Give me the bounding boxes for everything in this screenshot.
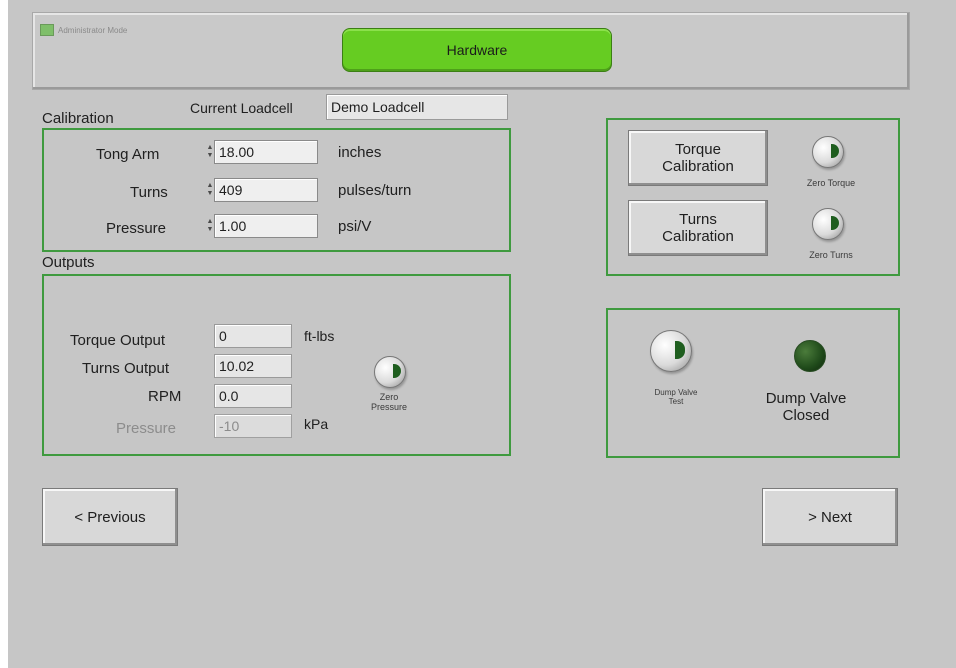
pressure-output-field: -10 (214, 414, 292, 438)
zero-pressure-label: Zero Pressure (370, 392, 407, 412)
pressure-unit: psi/V (338, 218, 372, 235)
current-loadcell-label: Current Loadcell (190, 100, 293, 116)
turns-unit: pulses/turn (338, 182, 412, 199)
pressure-input[interactable]: 1.00 (214, 214, 318, 238)
rpm-label: RPM (148, 388, 182, 405)
turns-output-field: 10.02 (214, 354, 292, 378)
torque-output-label: Torque Output (70, 332, 166, 349)
turns-calibration-button[interactable]: Turns Calibration (628, 200, 768, 256)
current-loadcell-field: Demo Loadcell (326, 94, 508, 120)
turns-output-label: Turns Output (82, 360, 169, 377)
zero-torque-knob-icon[interactable] (812, 136, 844, 168)
torque-output-field: 0 (214, 324, 292, 348)
tong-arm-label: Tong Arm (96, 146, 160, 163)
pressure-output-label: Pressure (116, 420, 177, 437)
tong-arm-input[interactable]: 18.00 (214, 140, 318, 164)
calibration-title: Calibration (42, 110, 114, 127)
zero-turns-label: Zero Turns (809, 250, 853, 260)
dump-valve-test-knob-icon[interactable] (650, 330, 692, 372)
zero-torque-label: Zero Torque (806, 178, 856, 188)
torque-calibration-button[interactable]: Torque Calibration (628, 130, 768, 186)
outputs-title: Outputs (42, 254, 95, 271)
turns-spinner[interactable]: ▲ ▼ (206, 178, 214, 202)
pressure-output-unit: kPa (304, 416, 329, 432)
rpm-field: 0.0 (214, 384, 292, 408)
tong-arm-unit: inches (338, 144, 382, 161)
page-title: Hardware (342, 28, 612, 72)
turns-label: Turns (130, 184, 168, 201)
tong-arm-spinner[interactable]: ▲ ▼ (206, 140, 214, 164)
admin-mode-label: Administrator Mode (58, 25, 128, 35)
zero-turns-knob-icon[interactable] (812, 208, 844, 240)
previous-button[interactable]: < Previous (42, 488, 178, 546)
pressure-spinner[interactable]: ▲ ▼ (206, 214, 214, 238)
dump-valve-status-text: Dump Valve Closed (765, 390, 847, 424)
dump-valve-status-led-icon (794, 340, 826, 372)
page-title-text: Hardware (446, 42, 508, 58)
dump-valve-test-label: Dump Valve Test (654, 388, 698, 406)
next-button[interactable]: > Next (762, 488, 898, 546)
turns-input[interactable]: 409 (214, 178, 318, 202)
torque-output-unit: ft-lbs (304, 328, 335, 344)
dump-valve-box (606, 308, 900, 458)
admin-mode-led (40, 24, 54, 36)
zero-pressure-knob-icon[interactable] (374, 356, 406, 388)
admin-mode-indicator: Administrator Mode (40, 24, 127, 36)
pressure-label: Pressure (106, 220, 167, 237)
